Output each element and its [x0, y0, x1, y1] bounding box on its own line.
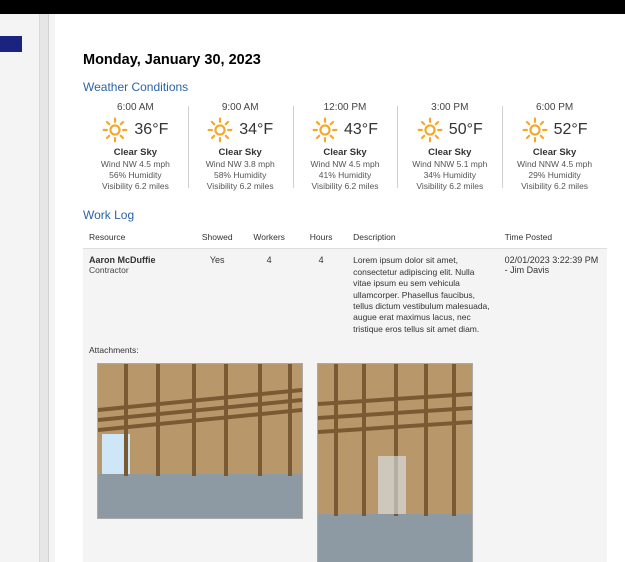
col-workers: Workers — [243, 228, 295, 249]
weather-section-title: Weather Conditions — [83, 80, 607, 94]
sun-icon — [102, 117, 128, 143]
attachment-photo[interactable] — [317, 363, 473, 562]
col-time-posted: Time Posted — [499, 228, 607, 249]
weather-condition: Clear Sky — [295, 147, 396, 158]
cell-description: Lorem ipsum dolor sit amet, consectetur … — [347, 249, 499, 342]
weather-card: 9:00 AM 34°F Clear Sky Wind NW 3.8 mph 5… — [188, 102, 293, 192]
weather-time: 12:00 PM — [295, 102, 396, 113]
attachments-label: Attachments: — [89, 345, 601, 355]
weather-time: 3:00 PM — [399, 102, 500, 113]
weather-humidity: 29% Humidity — [504, 170, 605, 181]
worklog-row: Aaron McDuffie Contractor Yes 4 4 Lorem … — [83, 249, 607, 342]
cell-showed: Yes — [191, 249, 243, 342]
report-page: Monday, January 30, 2023 Weather Conditi… — [55, 14, 625, 562]
col-description: Description — [347, 228, 499, 249]
col-showed: Showed — [191, 228, 243, 249]
weather-visibility: Visibility 6.2 miles — [295, 181, 396, 192]
sun-icon — [207, 117, 233, 143]
weather-wind: Wind NW 3.8 mph — [190, 159, 291, 170]
sun-icon — [312, 117, 338, 143]
weather-wind: Wind NNW 5.1 mph — [399, 159, 500, 170]
weather-condition: Clear Sky — [190, 147, 291, 158]
cell-time-posted: 02/01/2023 3:22:39 PM — [505, 255, 601, 265]
attachments-block: Attachments: — [83, 341, 607, 562]
document-gutter — [0, 14, 55, 562]
cell-workers: 4 — [243, 249, 295, 342]
worklog-header-row: Resource Showed Workers Hours Descriptio… — [83, 228, 607, 249]
sun-icon — [522, 117, 548, 143]
resource-role: Contractor — [89, 265, 185, 275]
weather-time: 9:00 AM — [190, 102, 291, 113]
weather-card: 12:00 PM 43°F Clear Sky Wind NW 4.5 mph … — [293, 102, 398, 192]
weather-condition: Clear Sky — [85, 147, 186, 158]
weather-card: 6:00 AM 36°F Clear Sky Wind NW 4.5 mph 5… — [83, 102, 188, 192]
weather-condition: Clear Sky — [399, 147, 500, 158]
weather-visibility: Visibility 6.2 miles — [399, 181, 500, 192]
weather-row: 6:00 AM 36°F Clear Sky Wind NW 4.5 mph 5… — [83, 102, 607, 192]
cell-posted-by: - Jim Davis — [505, 265, 601, 275]
report-date: Monday, January 30, 2023 — [83, 52, 607, 68]
weather-humidity: 41% Humidity — [295, 170, 396, 181]
weather-visibility: Visibility 6.2 miles — [504, 181, 605, 192]
window-top-bar — [0, 0, 625, 14]
col-resource: Resource — [83, 228, 191, 249]
weather-humidity: 56% Humidity — [85, 170, 186, 181]
weather-temp: 43°F — [344, 121, 378, 139]
weather-humidity: 34% Humidity — [399, 170, 500, 181]
weather-visibility: Visibility 6.2 miles — [85, 181, 186, 192]
weather-time: 6:00 PM — [504, 102, 605, 113]
attachment-photo[interactable] — [97, 363, 303, 519]
weather-temp: 34°F — [239, 121, 273, 139]
weather-temp: 36°F — [134, 121, 168, 139]
weather-wind: Wind NW 4.5 mph — [295, 159, 396, 170]
weather-wind: Wind NNW 4.5 mph — [504, 159, 605, 170]
weather-wind: Wind NW 4.5 mph — [85, 159, 186, 170]
cell-hours: 4 — [295, 249, 347, 342]
weather-card: 3:00 PM 50°F Clear Sky Wind NNW 5.1 mph … — [397, 102, 502, 192]
worklog-section-title: Work Log — [83, 208, 607, 222]
resource-name: Aaron McDuffie — [89, 255, 185, 265]
worklog-table: Resource Showed Workers Hours Descriptio… — [83, 228, 607, 341]
col-hours: Hours — [295, 228, 347, 249]
weather-visibility: Visibility 6.2 miles — [190, 181, 291, 192]
weather-temp: 52°F — [554, 121, 588, 139]
weather-temp: 50°F — [449, 121, 483, 139]
weather-condition: Clear Sky — [504, 147, 605, 158]
sun-icon — [417, 117, 443, 143]
weather-time: 6:00 AM — [85, 102, 186, 113]
weather-card: 6:00 PM 52°F Clear Sky Wind NNW 4.5 mph … — [502, 102, 607, 192]
weather-humidity: 58% Humidity — [190, 170, 291, 181]
